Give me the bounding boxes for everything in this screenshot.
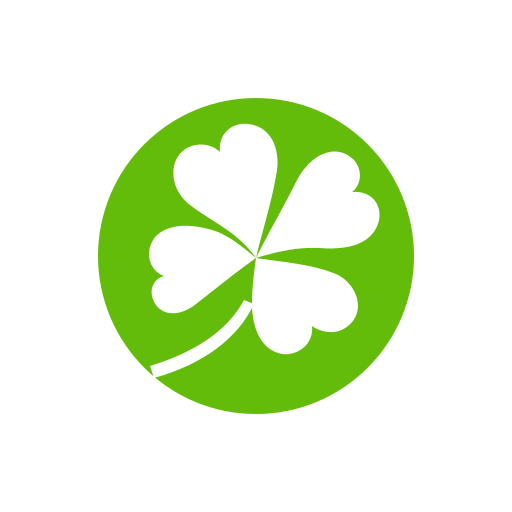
four-leaf-clover-icon [98,98,414,414]
app-icon-canvas [0,0,512,512]
